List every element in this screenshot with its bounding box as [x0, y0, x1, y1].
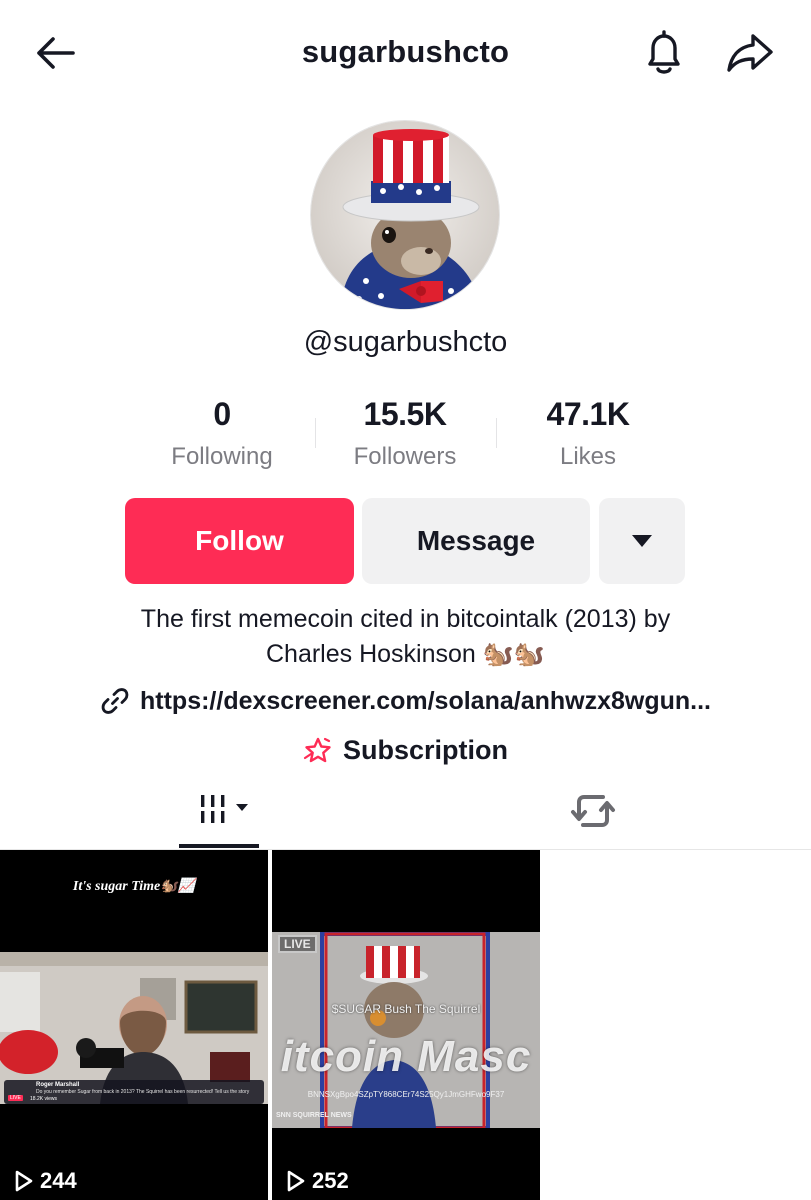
play-icon: [287, 1170, 305, 1192]
message-button[interactable]: Message: [362, 498, 590, 584]
stat-value: 15.5K: [363, 396, 447, 432]
overlay-headline: itcoin Masc: [280, 1032, 532, 1081]
overlay-news-ticker: SNN SQUIRREL NEWS: [276, 1112, 352, 1119]
repost-icon: [570, 794, 615, 827]
caret-down-icon: [632, 535, 652, 547]
video-thumbnail[interactable]: It's sugar Time🐿️📈 Roger Marshall Do you…: [0, 850, 268, 1200]
tab-reposts[interactable]: [420, 772, 765, 849]
stat-value: 47.1K: [546, 396, 630, 432]
view-count: 244: [14, 1168, 77, 1194]
bell-icon: [648, 30, 680, 74]
content-tabs: [0, 772, 811, 850]
link-icon: [101, 688, 129, 714]
follow-button[interactable]: Follow: [125, 498, 354, 584]
tab-videos[interactable]: [0, 772, 450, 849]
bio-line: The first memecoin cited in bitcointalk …: [140, 605, 671, 633]
stat-label: Following: [171, 443, 273, 470]
more-options-button[interactable]: [599, 498, 685, 584]
avatar[interactable]: [310, 120, 500, 310]
view-count-number: 244: [40, 1168, 77, 1193]
bio-line: Charles Hoskinson 🐿️🐿️: [265, 640, 546, 668]
grid-icon: [201, 794, 248, 823]
stat-likes[interactable]: 47.1K Likes: [503, 396, 673, 471]
live-commenter-name: Roger Marshall: [36, 1082, 80, 1088]
bio-link[interactable]: https://dexscreener.com/solana/anhwzx8wg…: [0, 686, 811, 716]
overlay-title: $SUGAR Bush The Squirrel: [331, 1002, 481, 1016]
share-button[interactable]: [722, 28, 778, 78]
profile-handle: @sugarbushcto: [303, 326, 508, 358]
live-comment-text: Do you remember Sugar from back in 2013?…: [36, 1089, 250, 1095]
share-icon: [727, 34, 773, 72]
live-comment-overlay: Roger Marshall Do you remember Sugar fro…: [4, 1080, 264, 1104]
overlay-address: BNNSXgBpo4SZpTY868CEr74S25Qy1JmGHFwo9F37: [307, 1090, 505, 1099]
star-badge-icon: [303, 737, 331, 762]
view-count-number: 252: [312, 1168, 349, 1193]
subscription-link[interactable]: Subscription: [0, 735, 811, 766]
video-caption: It's sugar Time🐿️📈: [72, 879, 196, 894]
bio-link-text: https://dexscreener.com/solana/anhwzx8wg…: [140, 686, 711, 715]
live-badge: LIVE: [8, 1095, 23, 1101]
live-views: 18.2K views: [30, 1096, 57, 1102]
video-thumbnail[interactable]: LIVE $SUGAR Bush The Squirrel itcoin Mas…: [272, 850, 540, 1200]
stat-followers[interactable]: 15.5K Followers: [320, 396, 490, 471]
stat-divider: [496, 418, 497, 448]
subscription-label: Subscription: [342, 735, 508, 765]
top-bar: sugarbushcto: [0, 0, 811, 104]
active-tab-indicator: [179, 844, 259, 848]
live-badge: LIVE: [278, 935, 317, 953]
stat-label: Likes: [559, 443, 617, 470]
play-icon: [15, 1170, 33, 1192]
profile-bio: The first memecoin cited in bitcointalk …: [60, 602, 751, 672]
stat-value: 0: [213, 396, 231, 432]
squirrel-avatar-image: [311, 121, 499, 309]
stat-divider: [315, 418, 316, 448]
stat-following[interactable]: 0 Following: [137, 396, 307, 471]
view-count: 252: [286, 1168, 349, 1194]
stat-label: Followers: [353, 443, 457, 470]
notifications-button[interactable]: [638, 28, 690, 78]
